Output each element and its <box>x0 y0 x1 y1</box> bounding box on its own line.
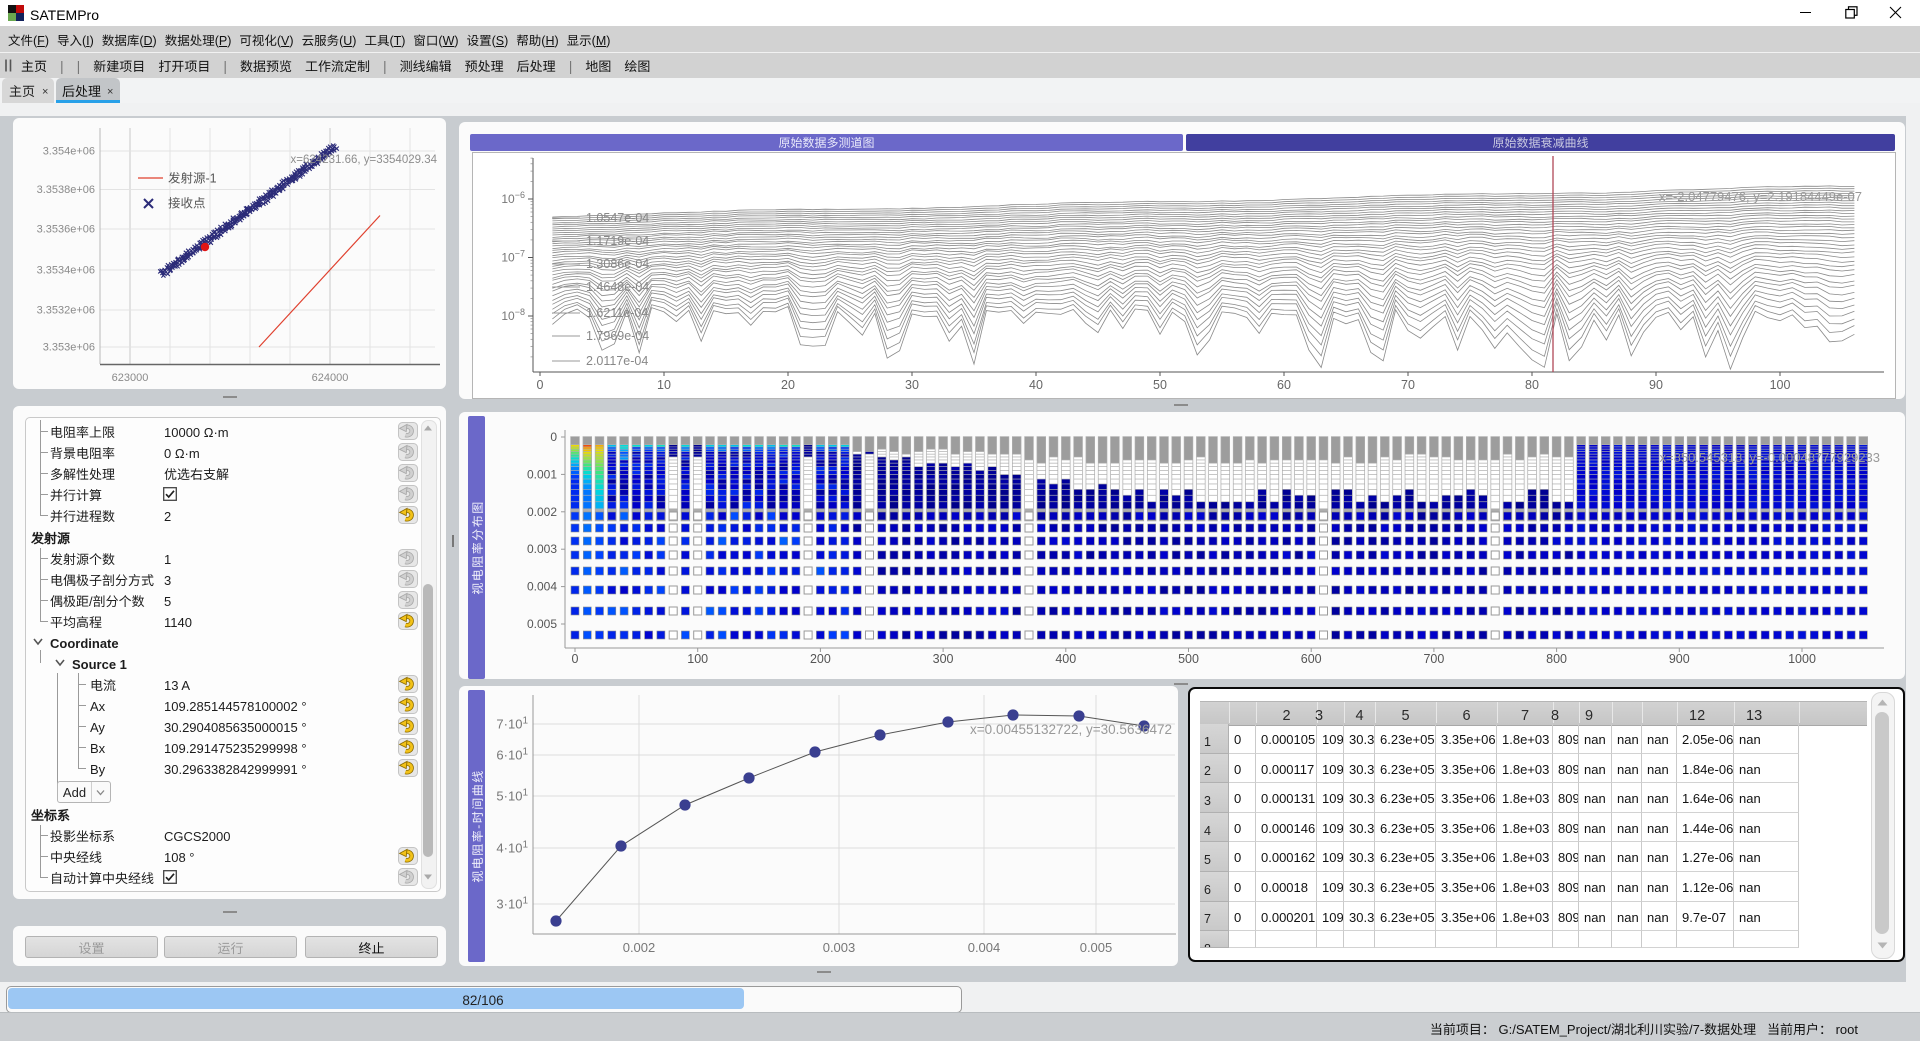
svg-text:4·101: 4·101 <box>496 836 528 857</box>
svg-text:3.354e+06: 3.354e+06 <box>43 143 95 159</box>
svg-text:100: 100 <box>1770 374 1791 393</box>
svg-text:3.3532e+06: 3.3532e+06 <box>37 302 95 318</box>
svg-text:50: 50 <box>1153 374 1167 393</box>
svg-text:70: 70 <box>1401 374 1415 393</box>
svg-text:0.004: 0.004 <box>527 578 557 595</box>
svg-text:100: 100 <box>687 648 708 667</box>
svg-text:80: 80 <box>1525 374 1539 393</box>
svg-text:0: 0 <box>537 374 544 393</box>
svg-text:400: 400 <box>1055 648 1076 667</box>
svg-text:10−7: 10−7 <box>501 247 525 266</box>
svg-text:0.005: 0.005 <box>1080 937 1113 956</box>
svg-text:200: 200 <box>810 648 831 667</box>
svg-text:10−6: 10−6 <box>501 188 525 207</box>
svg-text:发射源-1: 发射源-1 <box>168 168 217 187</box>
svg-text:x=624231.66, y=3354029.34: x=624231.66, y=3354029.34 <box>291 151 438 167</box>
svg-text:3.3534e+06: 3.3534e+06 <box>37 262 95 278</box>
svg-text:1.7969e-04: 1.7969e-04 <box>586 325 649 344</box>
svg-text:0.001: 0.001 <box>527 465 557 482</box>
svg-text:500: 500 <box>1178 648 1199 667</box>
svg-text:624000: 624000 <box>312 369 349 385</box>
svg-text:0.005: 0.005 <box>527 615 557 632</box>
svg-text:接收点: 接收点 <box>168 193 206 212</box>
svg-text:5·101: 5·101 <box>496 784 528 805</box>
svg-text:6·101: 6·101 <box>496 743 528 764</box>
svg-text:x=-2.04779476, y=2.19184449e-0: x=-2.04779476, y=2.19184449e-07 <box>1659 186 1862 205</box>
svg-text:1.3086e-04: 1.3086e-04 <box>586 253 649 272</box>
svg-text:3.3536e+06: 3.3536e+06 <box>37 221 95 237</box>
svg-text:3·101: 3·101 <box>496 892 528 913</box>
svg-text:1.0547e-04: 1.0547e-04 <box>586 207 649 226</box>
svg-text:700: 700 <box>1423 648 1444 667</box>
svg-text:20: 20 <box>781 374 795 393</box>
svg-text:0.004: 0.004 <box>968 937 1001 956</box>
svg-text:7·101: 7·101 <box>496 712 528 733</box>
svg-text:900: 900 <box>1669 648 1690 667</box>
svg-text:0: 0 <box>550 428 557 445</box>
svg-text:0.003: 0.003 <box>527 540 557 557</box>
svg-text:10: 10 <box>657 374 671 393</box>
svg-text:0.003: 0.003 <box>823 937 856 956</box>
svg-text:2.0117e-04: 2.0117e-04 <box>586 350 648 369</box>
svg-text:0.002: 0.002 <box>527 503 557 520</box>
svg-text:1000: 1000 <box>1788 648 1816 667</box>
svg-text:600: 600 <box>1301 648 1322 667</box>
svg-text:x=0.00455132722, y=30.5636472: x=0.00455132722, y=30.5636472 <box>970 718 1172 738</box>
svg-text:1.6211e-04: 1.6211e-04 <box>586 302 648 321</box>
svg-text:800: 800 <box>1546 648 1567 667</box>
svg-text:1.1719e-04: 1.1719e-04 <box>586 230 649 249</box>
svg-text:30: 30 <box>905 374 919 393</box>
svg-text:3.3538e+06: 3.3538e+06 <box>37 181 95 197</box>
svg-text:60: 60 <box>1277 374 1291 393</box>
svg-text:3.353e+06: 3.353e+06 <box>43 339 95 355</box>
svg-text:x=850.545318, y=-0.00048777929: x=850.545318, y=-0.00048777929233 <box>1660 447 1880 466</box>
svg-text:0: 0 <box>572 648 579 667</box>
svg-text:10−8: 10−8 <box>501 305 525 324</box>
svg-text:0.002: 0.002 <box>623 937 656 956</box>
svg-text:1.4648e-04: 1.4648e-04 <box>586 276 649 295</box>
svg-text:300: 300 <box>933 648 954 667</box>
svg-text:90: 90 <box>1649 374 1663 393</box>
svg-text:623000: 623000 <box>112 369 149 385</box>
svg-text:40: 40 <box>1029 374 1043 393</box>
